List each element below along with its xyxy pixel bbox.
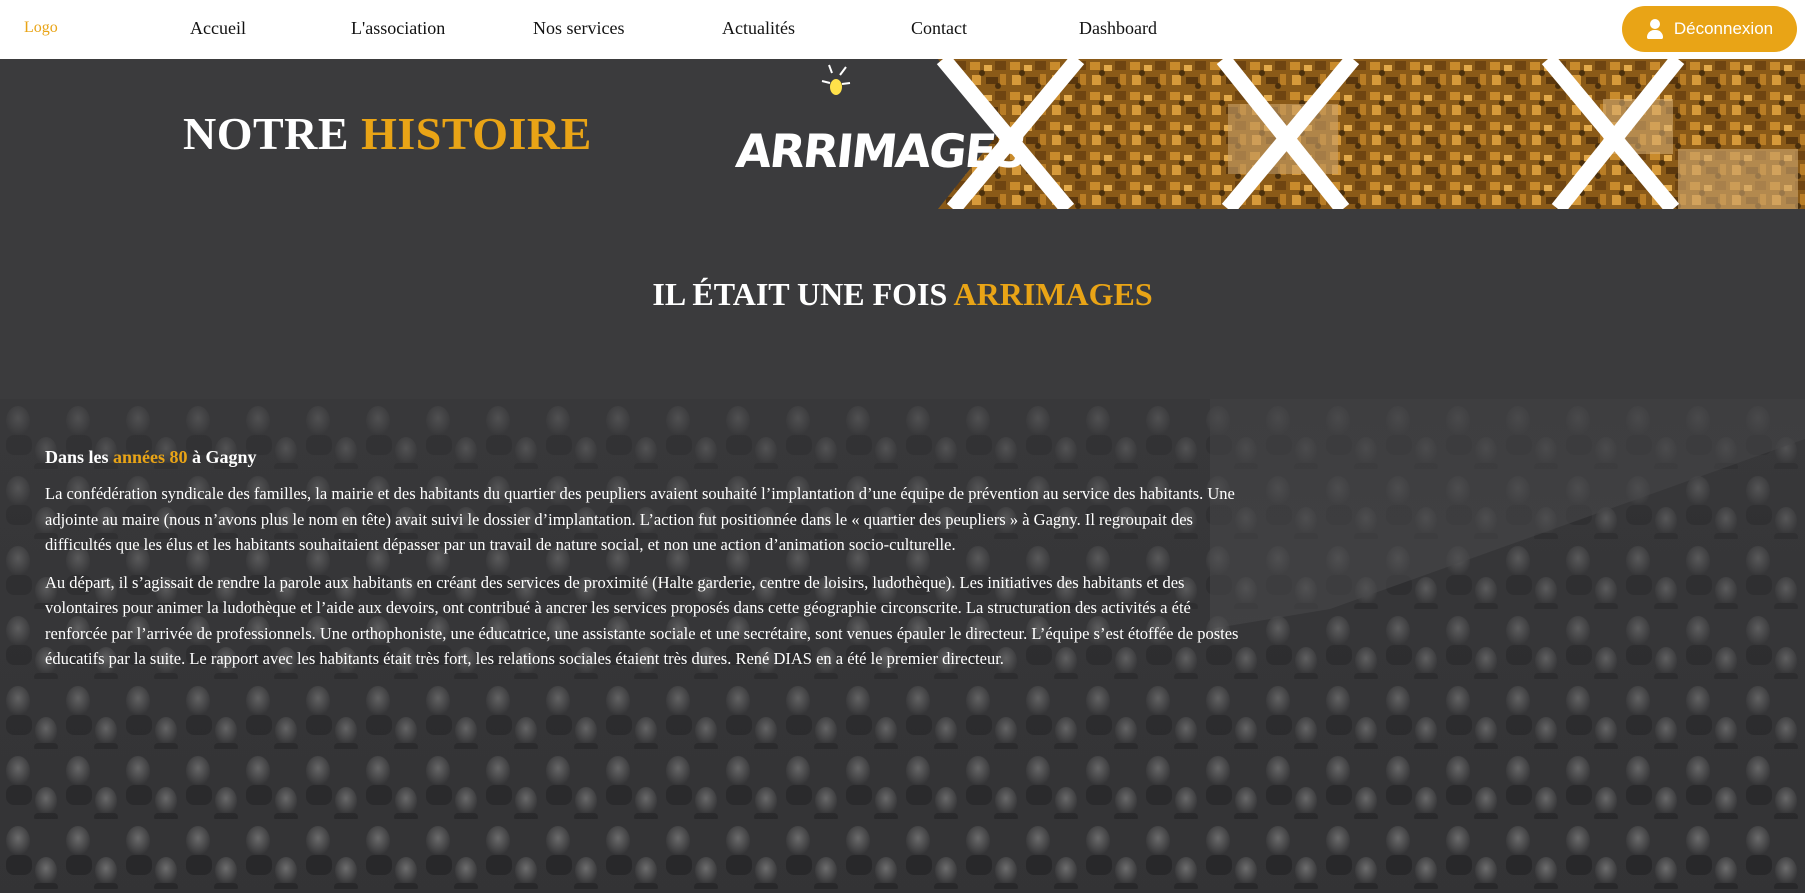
- nav-item-association[interactable]: L'association: [351, 18, 445, 39]
- svg-text:ARRIMAGES: ARRIMAGES: [733, 124, 1028, 178]
- nav-item-actualites[interactable]: Actualités: [722, 18, 795, 39]
- nav-item-contact[interactable]: Contact: [911, 18, 967, 39]
- hero-banner: NOTRE HISTOIRE ARRIMAGES: [0, 59, 1805, 209]
- nav-item-accueil[interactable]: Accueil: [190, 18, 246, 39]
- nav-item-services[interactable]: Nos services: [533, 18, 624, 39]
- arrimages-banner-image: ARRIMAGES: [733, 59, 1805, 209]
- history-lead: Dans les années 80 à Gagny: [45, 447, 257, 467]
- logout-button[interactable]: Déconnexion: [1622, 6, 1797, 52]
- top-navbar: Logo Accueil L'association Nos services …: [0, 0, 1805, 59]
- logo-link[interactable]: Logo: [24, 19, 58, 37]
- user-icon: [1646, 19, 1664, 39]
- history-section: Dans les années 80 à Gagny La confédérat…: [0, 399, 1805, 893]
- history-paragraph: La confédération syndicale des familles,…: [45, 484, 1235, 554]
- history-text: Dans les années 80 à Gagny La confédérat…: [45, 447, 1255, 684]
- history-paragraph: Au départ, il s’agissait de rendre la pa…: [45, 572, 1239, 669]
- logout-label: Déconnexion: [1673, 19, 1774, 38]
- page-title: NOTRE HISTOIRE: [183, 108, 592, 159]
- nav-item-dashboard[interactable]: Dashboard: [1079, 18, 1157, 39]
- section-title: IL ÉTAIT UNE FOIS ARRIMAGES: [652, 276, 1153, 312]
